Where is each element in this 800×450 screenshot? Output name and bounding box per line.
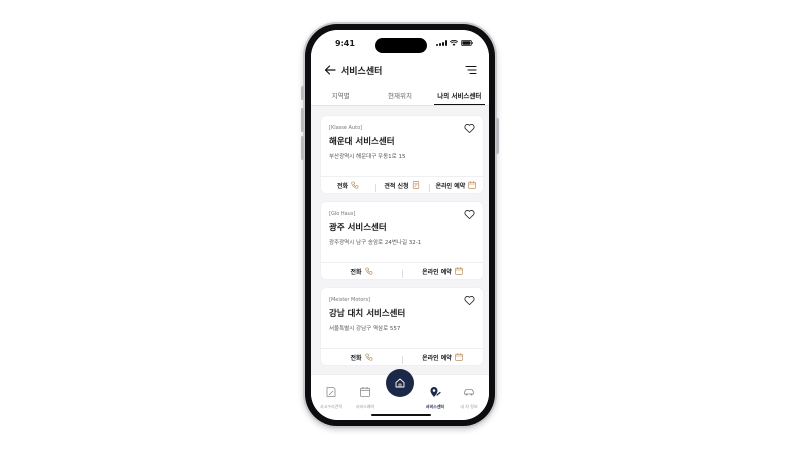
online-booking-button[interactable]: 온라인 예약 xyxy=(429,181,483,192)
car-icon xyxy=(464,389,474,396)
call-button[interactable]: 전화 xyxy=(321,181,375,190)
online-booking-label: 온라인 예약 xyxy=(422,268,452,276)
back-arrow-icon[interactable] xyxy=(323,63,337,77)
volume-down-button xyxy=(301,136,304,160)
nav-label: 서비스센터 xyxy=(425,404,445,409)
location-pin-icon xyxy=(430,387,441,397)
service-center-list: [Klasse Auto] 해운대 서비스센터 부산광역시 해운대구 우동1로 … xyxy=(321,116,483,374)
online-booking-label: 온라인 예약 xyxy=(422,354,452,362)
service-center-card[interactable]: [Meister Motors] 강남 대치 서비스센터 서울특별시 강남구 역… xyxy=(321,288,483,365)
status-time: 9:41 xyxy=(335,39,355,48)
document-icon xyxy=(412,181,419,189)
card-body: [Klasse Auto] 해운대 서비스센터 부산광역시 해운대구 우동1로 … xyxy=(321,116,483,176)
card-actions: 전화 견적 신청 온라인 예약 xyxy=(321,176,483,193)
menu-icon[interactable] xyxy=(465,64,477,76)
service-center-card[interactable]: [Klasse Auto] 해운대 서비스센터 부산광역시 해운대구 우동1로 … xyxy=(321,116,483,193)
center-address: 광주광역시 남구 송암로 24번나길 32-1 xyxy=(329,240,422,246)
center-address: 서울특별시 강남구 역삼로 557 xyxy=(329,326,401,332)
dealer-brand: [Glo Haus] xyxy=(329,211,356,217)
battery-icon xyxy=(461,40,473,46)
call-button[interactable]: 전화 xyxy=(321,353,402,362)
card-actions: 전화 온라인 예약 xyxy=(321,262,483,279)
nav-accident-repair-quote[interactable]: 사고수리견적 xyxy=(314,383,348,410)
phone-icon xyxy=(351,181,359,189)
service-center-card[interactable]: [Glo Haus] 광주 서비스센터 광주광역시 남구 송암로 24번나길 3… xyxy=(321,202,483,279)
volume-up-button xyxy=(301,108,304,132)
calendar-icon xyxy=(455,267,463,275)
heart-icon[interactable] xyxy=(464,295,475,306)
call-label: 전화 xyxy=(350,354,362,362)
nav-service-center[interactable]: 서비스센터 xyxy=(418,383,452,410)
heart-icon[interactable] xyxy=(464,209,475,220)
dealer-brand: [Klasse Auto] xyxy=(329,125,363,131)
status-icons xyxy=(436,40,473,46)
heart-icon[interactable] xyxy=(464,123,475,134)
phone-frame: 9:41 서비스센터 지역별 현재위치 나의 서비스센터 [Klasse Aut… xyxy=(301,22,499,428)
phone-bezel: 9:41 서비스센터 지역별 현재위치 나의 서비스센터 [Klasse Aut… xyxy=(305,24,495,426)
center-name: 해운대 서비스센터 xyxy=(329,137,395,147)
phone-icon xyxy=(364,353,372,361)
nav-my-car-info[interactable]: 내 차 정보 xyxy=(452,383,486,410)
calendar-icon xyxy=(468,181,477,189)
call-button[interactable]: 전화 xyxy=(321,267,402,276)
phone-screen: 9:41 서비스센터 지역별 현재위치 나의 서비스센터 [Klasse Aut… xyxy=(311,30,489,420)
online-booking-button[interactable]: 온라인 예약 xyxy=(402,353,483,364)
tab-my-service-center[interactable]: 나의 서비스센터 xyxy=(430,84,489,106)
side-button xyxy=(301,86,304,100)
home-button[interactable] xyxy=(386,369,414,397)
center-address: 부산광역시 해운대구 우동1로 15 xyxy=(329,154,406,160)
app-header: 서비스센터 xyxy=(311,56,489,84)
quote-request-button[interactable]: 견적 신청 xyxy=(375,181,429,192)
card-body: [Meister Motors] 강남 대치 서비스센터 서울특별시 강남구 역… xyxy=(321,288,483,348)
call-label: 전화 xyxy=(350,268,362,276)
power-button xyxy=(496,118,499,154)
home-indicator xyxy=(371,414,431,416)
tab-region[interactable]: 지역별 xyxy=(311,84,370,106)
nav-label: 사고수리견적 xyxy=(319,404,343,409)
dynamic-island xyxy=(375,38,427,53)
online-booking-label: 온라인 예약 xyxy=(435,182,466,190)
card-body: [Glo Haus] 광주 서비스센터 광주광역시 남구 송암로 24번나길 3… xyxy=(321,202,483,262)
tab-divider xyxy=(311,105,489,106)
signal-icon xyxy=(436,40,447,46)
online-booking-button[interactable]: 온라인 예약 xyxy=(402,267,483,278)
nav-service-booking[interactable]: 서비스예약 xyxy=(348,383,382,410)
home-icon xyxy=(395,378,405,388)
center-name: 강남 대치 서비스센터 xyxy=(329,309,406,319)
calendar-icon xyxy=(360,387,370,397)
quote-request-label: 견적 신청 xyxy=(384,182,409,190)
wifi-icon xyxy=(450,40,458,46)
status-bar: 9:41 xyxy=(311,30,489,56)
phone-icon xyxy=(364,267,372,275)
bottom-nav: 사고수리견적 서비스예약 서비스센터 내 차 정보 xyxy=(311,369,489,420)
card-actions: 전화 온라인 예약 xyxy=(321,348,483,365)
tab-bar: 지역별 현재위치 나의 서비스센터 xyxy=(311,84,489,106)
dealer-brand: [Meister Motors] xyxy=(329,297,371,303)
calendar-icon xyxy=(455,353,463,361)
nav-label: 내 차 정보 xyxy=(460,404,478,409)
page-title: 서비스센터 xyxy=(341,67,383,77)
center-name: 광주 서비스센터 xyxy=(329,223,387,233)
note-icon xyxy=(326,387,336,397)
tab-current-location[interactable]: 현재위치 xyxy=(370,84,429,106)
nav-label: 서비스예약 xyxy=(355,404,375,409)
call-label: 전화 xyxy=(336,182,349,190)
